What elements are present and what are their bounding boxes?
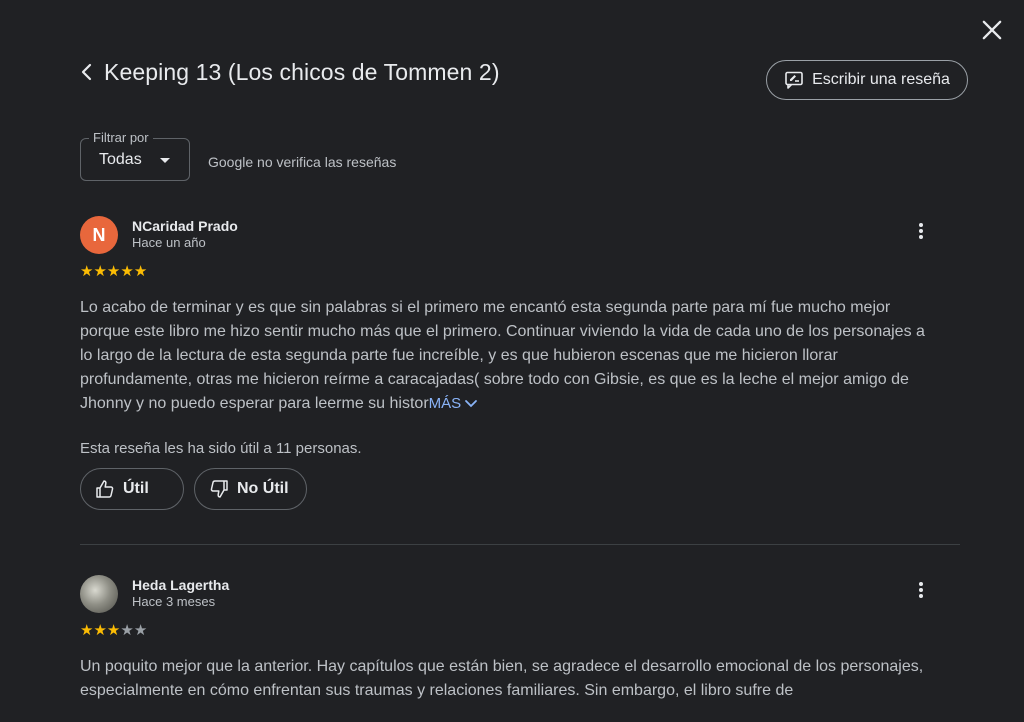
- filter-label: Filtrar por: [89, 130, 153, 145]
- more-options-button[interactable]: [910, 579, 932, 601]
- write-review-button[interactable]: Escribir una reseña: [766, 60, 968, 100]
- verification-notice: Google no verifica las reseñas: [208, 154, 397, 170]
- thumb-up-icon: [96, 480, 114, 498]
- star-rating: ★★★★★: [80, 623, 147, 639]
- star-rating: ★★★★★: [80, 264, 147, 280]
- caret-down-icon: [160, 158, 170, 163]
- filter-dropdown[interactable]: Filtrar por Todas: [80, 130, 190, 181]
- review-body: Lo acabo de terminar y es que sin palabr…: [80, 299, 925, 412]
- star-empty-icon: ★: [120, 622, 134, 639]
- read-more-label: MÁS: [428, 395, 462, 412]
- useful-button[interactable]: Útil: [80, 468, 184, 510]
- not-useful-button[interactable]: No Útil: [194, 468, 307, 510]
- star-icon: ★: [106, 622, 121, 639]
- book-title: Keeping 13 (Los chicos de Tommen 2): [104, 58, 500, 85]
- review-text: Un poquito mejor que la anterior. Hay ca…: [80, 658, 924, 699]
- chevron-down-icon: [465, 400, 478, 408]
- review-author: Heda Lagertha: [132, 577, 230, 593]
- avatar: N: [80, 216, 118, 254]
- rate-review-icon: [785, 71, 803, 89]
- filter-selected-value: Todas: [99, 151, 142, 168]
- star-icon: ★: [93, 263, 107, 280]
- read-more-link[interactable]: MÁS: [429, 395, 479, 412]
- more-vert-icon: [919, 582, 923, 598]
- star-icon: ★: [80, 263, 94, 280]
- star-icon: ★: [133, 263, 148, 280]
- star-icon: ★: [120, 263, 134, 280]
- review-text: Lo acabo de terminar y es que sin palabr…: [80, 296, 940, 416]
- back-button[interactable]: [80, 56, 100, 88]
- star-icon: ★: [93, 622, 107, 639]
- close-button[interactable]: [978, 16, 1006, 44]
- review-divider: [80, 544, 960, 545]
- more-vert-icon: [919, 223, 923, 239]
- star-icon: ★: [80, 622, 94, 639]
- thumb-down-icon: [210, 480, 228, 498]
- not-useful-label: No Útil: [237, 480, 289, 497]
- close-icon: [982, 20, 1002, 40]
- review-date: Hace 3 meses: [132, 594, 216, 609]
- chevron-left-icon: [81, 63, 92, 81]
- star-icon: ★: [106, 263, 121, 280]
- review-author: NCaridad Prado: [132, 218, 238, 234]
- useful-label: Útil: [123, 480, 149, 497]
- avatar: [80, 575, 118, 613]
- more-options-button[interactable]: [910, 220, 932, 242]
- reviews-dialog: Keeping 13 (Los chicos de Tommen 2) Escr…: [0, 0, 1024, 722]
- write-review-label: Escribir una reseña: [812, 71, 950, 88]
- dialog-header: Keeping 13 (Los chicos de Tommen 2): [80, 56, 500, 88]
- star-empty-icon: ★: [133, 622, 148, 639]
- helpful-count: Esta reseña les ha sido útil a 11 person…: [80, 440, 362, 457]
- review-date: Hace un año: [132, 235, 206, 250]
